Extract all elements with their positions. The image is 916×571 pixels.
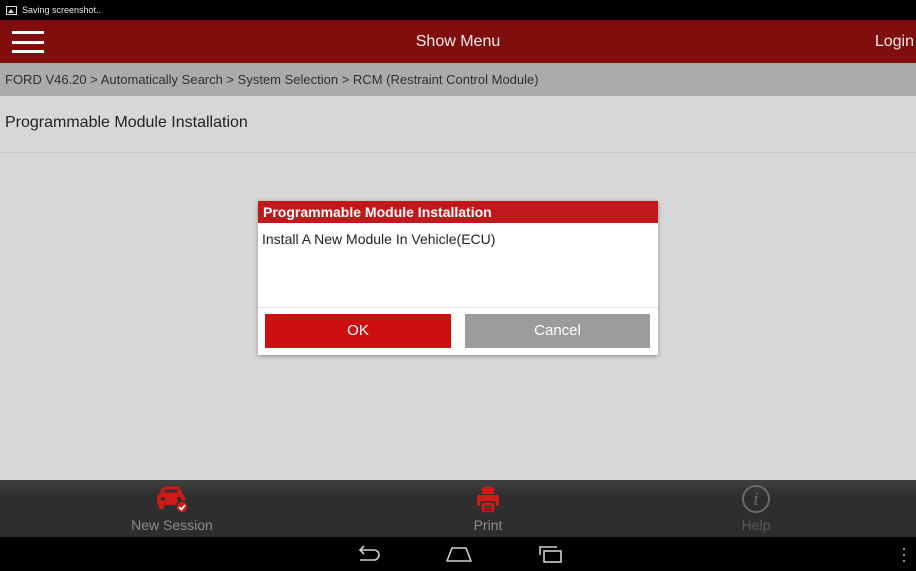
app-bar: Show Menu Login	[0, 20, 916, 63]
bottom-toolbar: New Session Print i Help	[0, 480, 916, 537]
divider	[0, 152, 916, 153]
dialog-buttons: OK Cancel	[258, 314, 658, 348]
system-nav-bar	[0, 537, 916, 571]
show-menu-title[interactable]: Show Menu	[0, 20, 916, 63]
help-button[interactable]: i Help	[696, 480, 816, 537]
confirmation-dialog: Programmable Module Installation Install…	[258, 201, 658, 355]
help-label: Help	[741, 517, 771, 533]
ok-button[interactable]: OK	[265, 314, 451, 348]
dialog-divider	[258, 307, 658, 308]
svg-text:i: i	[753, 490, 758, 510]
home-icon[interactable]	[444, 542, 474, 566]
print-button[interactable]: Print	[428, 480, 548, 537]
status-text: Saving screenshot..	[22, 5, 102, 15]
dialog-message: Install A New Module In Vehicle(ECU)	[262, 231, 496, 247]
new-session-button[interactable]: New Session	[112, 480, 232, 537]
back-icon[interactable]	[352, 542, 382, 566]
dialog-title: Programmable Module Installation	[258, 201, 658, 223]
status-bar: Saving screenshot..	[0, 0, 916, 20]
car-check-icon	[155, 480, 189, 514]
recent-apps-icon[interactable]	[536, 542, 566, 566]
print-label: Print	[473, 517, 503, 533]
printer-icon	[475, 480, 501, 514]
image-icon	[6, 5, 17, 15]
page-title: Programmable Module Installation	[5, 114, 248, 131]
overflow-menu-icon[interactable]	[903, 548, 907, 562]
breadcrumb: FORD V46.20 > Automatically Search > Sys…	[0, 63, 916, 96]
login-button[interactable]: Login	[875, 20, 914, 63]
info-icon: i	[741, 480, 771, 514]
cancel-button[interactable]: Cancel	[465, 314, 650, 348]
new-session-label: New Session	[131, 517, 213, 533]
